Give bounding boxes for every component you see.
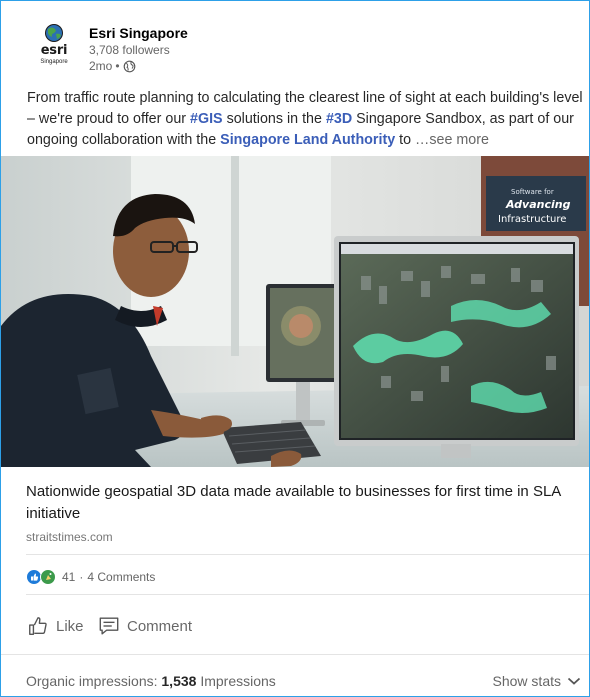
post-text-part: solutions in the <box>222 111 326 127</box>
link-source: straitstimes.com <box>26 530 113 544</box>
social-counts[interactable]: 41 · 4 Comments <box>26 568 155 586</box>
impressions-value: 1,538 <box>161 673 197 689</box>
show-stats-label: Show stats <box>492 673 561 689</box>
comment-icon <box>99 617 119 635</box>
post-image[interactable]: Software for Advancing Infrastructure <box>1 156 589 467</box>
globe-icon <box>123 60 135 72</box>
sign-line-1: Software for <box>511 188 554 196</box>
thumbs-up-icon <box>29 617 47 635</box>
comment-label: Comment <box>127 617 193 635</box>
company-logo[interactable]: esri Singapore <box>35 23 73 67</box>
show-stats-button[interactable]: Show stats <box>493 673 581 689</box>
divider <box>26 554 589 555</box>
hashtag-3d[interactable]: #3D <box>326 111 352 127</box>
post-meta: 2mo • <box>89 59 136 73</box>
count-separator: · <box>79 570 84 584</box>
esri-globe-icon <box>45 24 63 42</box>
see-more-link[interactable]: …see more <box>415 132 489 148</box>
sign-line-2: Advancing <box>505 198 571 211</box>
follower-count: 3,708 followers <box>89 43 170 57</box>
comment-button[interactable]: Comment <box>98 613 192 639</box>
meta-separator: • <box>115 59 120 73</box>
like-label: Like <box>56 617 84 635</box>
logo-subtitle: Singapore <box>40 59 68 65</box>
link-title[interactable]: Nationwide geospatial 3D data made avail… <box>26 481 578 525</box>
post-text-part: to <box>395 132 416 148</box>
author-name[interactable]: Esri Singapore <box>89 25 188 41</box>
chevron-down-icon <box>567 677 581 685</box>
sign-line-3: Infrastructure <box>498 214 566 225</box>
divider <box>26 594 589 595</box>
comment-count[interactable]: 4 Comments <box>87 570 155 584</box>
post-age: 2mo <box>89 59 113 73</box>
mention-singapore-land-authority[interactable]: Singapore Land Authority <box>220 132 395 148</box>
impressions-stats: Organic impressions: 1,538 Impressions <box>26 673 276 689</box>
impressions-unit: Impressions <box>200 673 276 689</box>
post-header: esri Singapore Esri Singapore 3,708 foll… <box>27 21 567 81</box>
celebrate-reaction-icon <box>40 569 56 585</box>
hashtag-gis[interactable]: #GIS <box>190 111 223 127</box>
like-button[interactable]: Like <box>27 613 84 639</box>
reaction-count[interactable]: 41 <box>62 570 75 584</box>
logo-wordmark: esri <box>40 43 68 58</box>
divider <box>1 654 589 655</box>
post-text: From traffic route planning to calculati… <box>27 88 587 151</box>
post-card: esri Singapore Esri Singapore 3,708 foll… <box>0 0 590 697</box>
impressions-label: Organic impressions: <box>26 673 158 689</box>
photo-man-at-3d-map-monitors: Software for Advancing Infrastructure <box>1 156 589 467</box>
